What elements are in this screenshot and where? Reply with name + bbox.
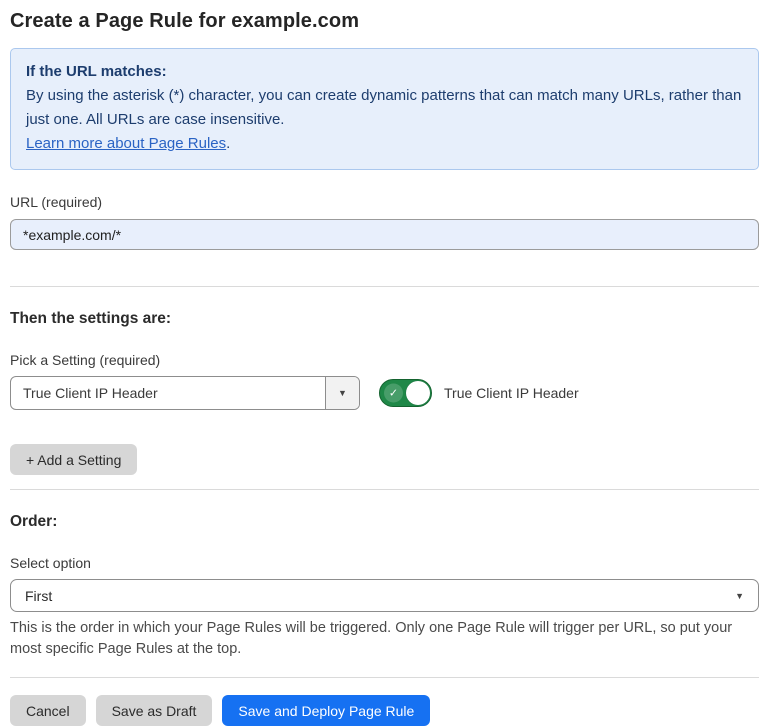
toggle-label: True Client IP Header <box>444 385 579 401</box>
chevron-down-icon[interactable]: ▼ <box>325 377 359 409</box>
chevron-down-icon: ▼ <box>735 591 744 601</box>
add-setting-button[interactable]: + Add a Setting <box>10 444 137 475</box>
action-button-row: Cancel Save as Draft Save and Deploy Pag… <box>10 695 759 726</box>
section-divider <box>10 677 759 678</box>
pick-setting-label: Pick a Setting (required) <box>10 352 759 368</box>
url-match-info-box: If the URL matches: By using the asteris… <box>10 48 759 170</box>
learn-more-link[interactable]: Learn more about Page Rules <box>26 135 226 152</box>
setting-toggle[interactable]: ✓ <box>379 379 432 407</box>
section-divider <box>10 489 759 490</box>
order-heading: Order: <box>10 513 759 531</box>
setting-select[interactable]: True Client IP Header ▼ <box>10 376 360 410</box>
url-label: URL (required) <box>10 194 759 210</box>
page-title: Create a Page Rule for example.com <box>10 10 759 33</box>
setting-row: True Client IP Header ▼ ✓ True Client IP… <box>10 376 759 410</box>
order-help-text: This is the order in which your Page Rul… <box>10 618 759 660</box>
create-page-rule-form: Create a Page Rule for example.com If th… <box>0 0 769 708</box>
setting-select-value: True Client IP Header <box>11 377 325 409</box>
info-box-body: By using the asterisk (*) character, you… <box>26 84 743 132</box>
url-input[interactable] <box>10 219 759 250</box>
order-select[interactable]: First ▼ <box>10 579 759 612</box>
settings-heading: Then the settings are: <box>10 310 759 328</box>
select-option-label: Select option <box>10 555 759 571</box>
section-divider <box>10 286 759 287</box>
check-icon: ✓ <box>384 384 403 403</box>
info-box-heading: If the URL matches: <box>26 60 743 84</box>
cancel-button[interactable]: Cancel <box>10 695 86 726</box>
save-draft-button[interactable]: Save as Draft <box>96 695 213 726</box>
link-period: . <box>226 135 230 152</box>
info-box-link-line: Learn more about Page Rules. <box>26 132 743 156</box>
order-select-value: First <box>25 588 52 604</box>
toggle-knob <box>406 381 430 405</box>
save-deploy-button[interactable]: Save and Deploy Page Rule <box>222 695 430 726</box>
